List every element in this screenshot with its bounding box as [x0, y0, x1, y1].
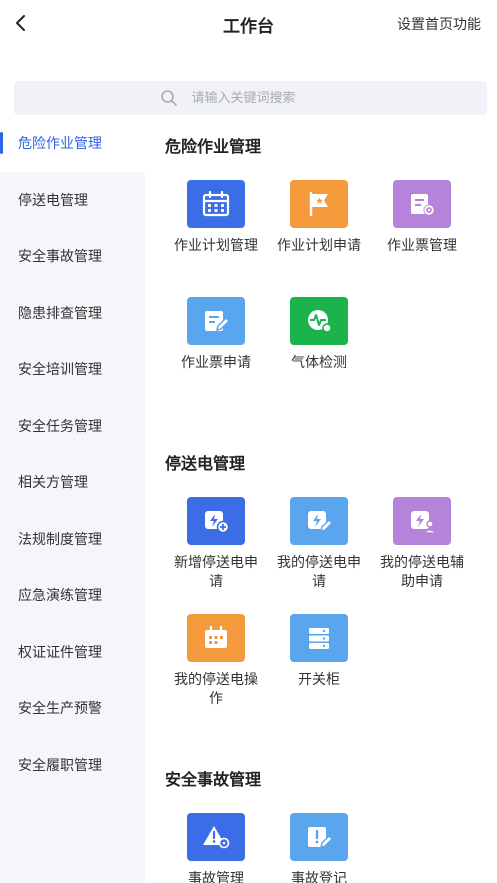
sidebar-item-power-outage[interactable]: 停送电管理	[0, 172, 145, 229]
tile-my-power-outage-operation[interactable]: 我的停送电操作	[168, 614, 264, 709]
tile-label: 我的停送电辅助申请	[380, 555, 464, 590]
warning-settings-icon	[187, 813, 245, 861]
tile-work-plan-management[interactable]: 作业计划管理	[168, 180, 264, 256]
sidebar-item-certificates[interactable]: 权证证件管理	[0, 624, 145, 681]
sidebar-item-production-warning[interactable]: 安全生产预警	[0, 680, 145, 737]
sidebar-item-safety-task[interactable]: 安全任务管理	[0, 398, 145, 455]
tile-switch-cabinet[interactable]: 开关柜	[271, 614, 367, 690]
tile-label: 作业计划申请	[277, 238, 361, 254]
tile-work-plan-application[interactable]: 作业计划申请	[271, 180, 367, 256]
chevron-left-icon	[16, 15, 25, 31]
settings-homepage-button[interactable]: 设置首页功能	[397, 14, 481, 34]
tile-label: 事故管理	[188, 871, 244, 883]
section-title-safety-accident: 安全事故管理	[165, 770, 262, 789]
search-input[interactable]	[191, 90, 342, 106]
back-button[interactable]	[6, 8, 36, 38]
calendar-icon	[187, 180, 245, 228]
tile-label: 我的停送电操作	[174, 672, 258, 707]
tile-work-ticket-application[interactable]: 作业票申请	[168, 297, 264, 373]
power-calendar-icon	[187, 614, 245, 662]
search-bar[interactable]	[14, 81, 487, 115]
switch-cabinet-icon	[290, 614, 348, 662]
tile-label: 新增停送电申请	[174, 555, 258, 590]
tile-my-power-outage-assist-application[interactable]: 我的停送电辅助申请	[374, 497, 470, 592]
tile-work-ticket-management[interactable]: 作业票管理	[374, 180, 470, 256]
sidebar-item-safety-accident[interactable]: 安全事故管理	[0, 228, 145, 285]
power-add-icon	[187, 497, 245, 545]
power-user-icon	[393, 497, 451, 545]
sidebar-item-regulations[interactable]: 法规制度管理	[0, 511, 145, 568]
gas-detection-icon	[290, 297, 348, 345]
sidebar-item-safety-training[interactable]: 安全培训管理	[0, 341, 145, 398]
tile-label: 作业计划管理	[174, 238, 258, 254]
alert-edit-icon	[290, 813, 348, 861]
tile-label: 作业票申请	[181, 355, 251, 371]
function-grid: 危险作业管理 作业计划管理 作业计划申请 作业票管理 作业票申请 气体检测 停送…	[145, 115, 497, 883]
ticket-settings-icon	[393, 180, 451, 228]
tile-gas-detection[interactable]: 气体检测	[271, 297, 367, 373]
sidebar-item-hazardous-work[interactable]: 危险作业管理	[0, 115, 145, 172]
tile-label: 开关柜	[298, 672, 340, 688]
tile-label: 事故登记	[291, 871, 347, 883]
sidebar-item-emergency-drill[interactable]: 应急演练管理	[0, 567, 145, 624]
tile-label: 我的停送电申请	[277, 555, 361, 590]
tile-my-power-outage-application[interactable]: 我的停送电申请	[271, 497, 367, 592]
section-title-power-outage: 停送电管理	[165, 454, 246, 473]
sidebar-item-duty-performance[interactable]: 安全履职管理	[0, 737, 145, 794]
search-icon	[160, 90, 177, 106]
sidebar-item-hazard-inspection[interactable]: 隐患排查管理	[0, 285, 145, 342]
header-bar: 工作台 设置首页功能	[0, 0, 497, 52]
tile-label: 气体检测	[291, 355, 347, 371]
sidebar-item-related-party[interactable]: 相关方管理	[0, 454, 145, 511]
tile-accident-management[interactable]: 事故管理	[168, 813, 264, 883]
tile-label: 作业票管理	[387, 238, 457, 254]
flag-icon	[290, 180, 348, 228]
category-sidebar: 危险作业管理 停送电管理 安全事故管理 隐患排查管理 安全培训管理 安全任务管理…	[0, 115, 145, 883]
edit-document-icon	[187, 297, 245, 345]
section-title-hazardous-work: 危险作业管理	[165, 137, 262, 156]
power-edit-icon	[290, 497, 348, 545]
tile-accident-registration[interactable]: 事故登记	[271, 813, 367, 883]
tile-new-power-outage-application[interactable]: 新增停送电申请	[168, 497, 264, 592]
